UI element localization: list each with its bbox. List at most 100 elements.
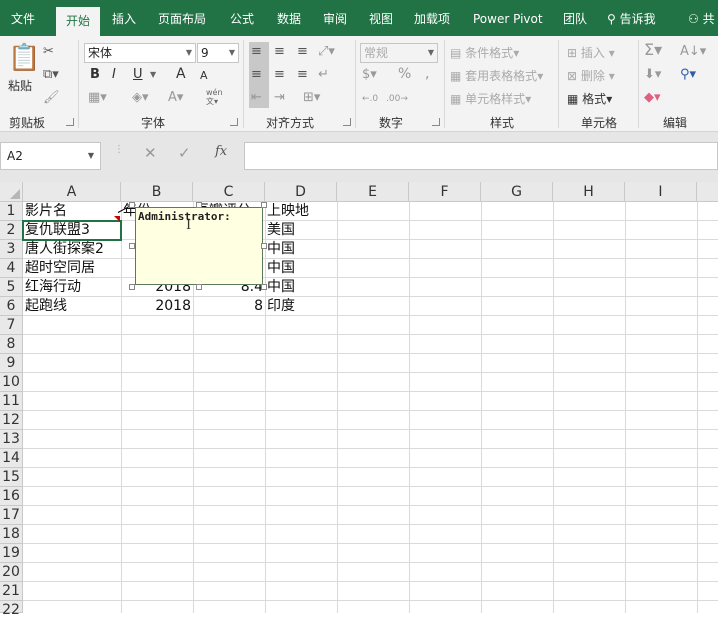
fill-icon[interactable]: ⬇▾ xyxy=(644,67,661,83)
row-header[interactable]: 4 xyxy=(0,259,23,278)
cell-a4[interactable]: 超时空同居 xyxy=(23,259,121,278)
row-header[interactable]: 13 xyxy=(0,430,23,449)
align-top-icon[interactable]: ≡ xyxy=(251,44,262,60)
cell-d6[interactable]: 印度 xyxy=(265,297,337,316)
italic-button[interactable]: I xyxy=(112,67,116,83)
orientation-icon[interactable]: ⤢▾ xyxy=(318,44,335,60)
resize-handle[interactable] xyxy=(129,202,135,208)
resize-handle[interactable] xyxy=(261,202,267,208)
wrap-text-icon[interactable]: ↵ xyxy=(318,67,329,83)
cell-styles-button[interactable]: ▦ 单元格样式▾ xyxy=(450,91,531,107)
row-header[interactable]: 12 xyxy=(0,411,23,430)
tab-file[interactable]: 文件 xyxy=(11,0,35,36)
tab-view[interactable]: 视图 xyxy=(369,0,393,36)
find-select-icon[interactable]: ⚲▾ xyxy=(680,67,696,83)
formula-input[interactable] xyxy=(244,142,718,170)
comment-box[interactable]: Administrator: I xyxy=(135,207,263,285)
cell-a6[interactable]: 起跑线 xyxy=(23,297,121,316)
row-header[interactable]: 6 xyxy=(0,297,23,316)
row-header[interactable]: 20 xyxy=(0,563,23,582)
tab-team[interactable]: 团队 xyxy=(563,0,587,36)
row-header[interactable]: 19 xyxy=(0,544,23,563)
column-header-a[interactable]: A xyxy=(23,182,121,202)
increase-decimal-icon[interactable]: ←.0 xyxy=(362,91,378,107)
row-header[interactable]: 22 xyxy=(0,601,23,618)
delete-cells-button[interactable]: ⊠ 删除 ▾ xyxy=(567,68,615,84)
cell-a1[interactable]: 影片名 xyxy=(23,202,121,221)
cell-a3[interactable]: 唐人街探案2 xyxy=(23,240,121,259)
decrease-indent-icon[interactable]: ⇤ xyxy=(251,90,262,106)
tab-data[interactable]: 数据 xyxy=(277,0,301,36)
cell-a5[interactable]: 红海行动 xyxy=(23,278,121,297)
font-size-combo[interactable]: 9 ▼ xyxy=(197,43,239,63)
row-header[interactable]: 1 xyxy=(0,202,23,221)
grow-font-button[interactable]: A xyxy=(176,66,186,82)
alignment-launcher-icon[interactable] xyxy=(343,118,351,126)
sort-filter-icon[interactable]: A↓▾ xyxy=(680,44,706,60)
bold-button[interactable]: B xyxy=(90,67,100,83)
merge-center-icon[interactable]: ⊞▾ xyxy=(303,90,320,106)
clipboard-launcher-icon[interactable] xyxy=(66,118,74,126)
conditional-formatting-button[interactable]: ▤ 条件格式▾ xyxy=(450,45,519,61)
tell-me-box[interactable]: ⚲ 告诉我 xyxy=(607,0,656,36)
cell-d1[interactable]: 上映地 xyxy=(265,202,337,221)
row-header[interactable]: 16 xyxy=(0,487,23,506)
shrink-font-button[interactable]: A xyxy=(200,68,208,84)
column-header-d[interactable]: D xyxy=(265,182,337,202)
align-bottom-icon[interactable]: ≡ xyxy=(297,44,308,60)
column-header-i[interactable]: I xyxy=(625,182,697,202)
enter-icon[interactable]: ✓ xyxy=(178,144,191,162)
comma-button[interactable]: , xyxy=(425,66,429,82)
resize-handle[interactable] xyxy=(196,202,202,208)
number-launcher-icon[interactable] xyxy=(432,118,440,126)
name-box[interactable]: A2 ▼ xyxy=(0,142,101,170)
align-middle-icon[interactable]: ≡ xyxy=(274,44,285,60)
tab-page-layout[interactable]: 页面布局 xyxy=(158,0,206,36)
row-header[interactable]: 11 xyxy=(0,392,23,411)
cell-a2[interactable]: 复仇联盟3 xyxy=(22,220,122,241)
align-center-icon[interactable]: ≡ xyxy=(274,67,285,83)
paste-icon[interactable]: 📋 xyxy=(8,44,40,72)
column-header-j[interactable] xyxy=(697,182,718,202)
resize-handle[interactable] xyxy=(261,243,267,249)
column-header-g[interactable]: G xyxy=(481,182,553,202)
autosum-icon[interactable]: Σ▾ xyxy=(644,42,662,58)
cut-icon[interactable]: ✂ xyxy=(43,44,54,60)
row-header[interactable]: 10 xyxy=(0,373,23,392)
cancel-icon[interactable]: ✕ xyxy=(144,144,157,162)
resize-handle[interactable] xyxy=(129,284,135,290)
tab-review[interactable]: 审阅 xyxy=(323,0,347,36)
insert-cells-button[interactable]: ⊞ 插入 ▾ xyxy=(567,45,615,61)
format-cells-button[interactable]: ▦ 格式▾ xyxy=(567,91,612,107)
row-header[interactable]: 17 xyxy=(0,506,23,525)
format-as-table-button[interactable]: ▦ 套用表格格式▾ xyxy=(450,68,543,84)
border-icon[interactable]: ▦▾ xyxy=(88,90,107,106)
worksheet-grid[interactable]: A B C D E F G H I 1 2 3 4 5 6 7 8 9 10 1… xyxy=(0,182,718,618)
tab-power-pivot[interactable]: Power Pivot xyxy=(473,0,543,36)
resize-handle[interactable] xyxy=(196,284,202,290)
font-name-combo[interactable]: 宋体 ▼ xyxy=(84,43,196,63)
row-header[interactable]: 2 xyxy=(0,221,23,240)
underline-button[interactable]: U xyxy=(133,67,143,83)
copy-icon[interactable]: ⧉▾ xyxy=(43,67,59,83)
row-header[interactable]: 14 xyxy=(0,449,23,468)
align-left-icon[interactable]: ≡ xyxy=(251,67,262,83)
cell-d3[interactable]: 中国 xyxy=(265,240,337,259)
align-right-icon[interactable]: ≡ xyxy=(297,67,308,83)
row-header[interactable]: 9 xyxy=(0,354,23,373)
tab-addins[interactable]: 加载项 xyxy=(414,0,450,36)
underline-dropdown-icon[interactable]: ▼ xyxy=(150,67,156,83)
resize-handle[interactable] xyxy=(261,284,267,290)
cell-c6[interactable]: 8 xyxy=(193,297,265,316)
tab-home[interactable]: 开始 xyxy=(56,7,100,36)
percent-button[interactable]: % xyxy=(398,66,411,82)
row-header[interactable]: 3 xyxy=(0,240,23,259)
select-all-button[interactable] xyxy=(0,182,23,202)
row-header[interactable]: 7 xyxy=(0,316,23,335)
phonetic-button[interactable]: wén 文▾ xyxy=(206,88,223,106)
cell-d5[interactable]: 中国 xyxy=(265,278,337,297)
row-header[interactable]: 18 xyxy=(0,525,23,544)
column-header-c[interactable]: C xyxy=(193,182,265,202)
decrease-decimal-icon[interactable]: .00→ xyxy=(386,91,408,107)
cell-b6[interactable]: 2018 xyxy=(121,297,193,316)
